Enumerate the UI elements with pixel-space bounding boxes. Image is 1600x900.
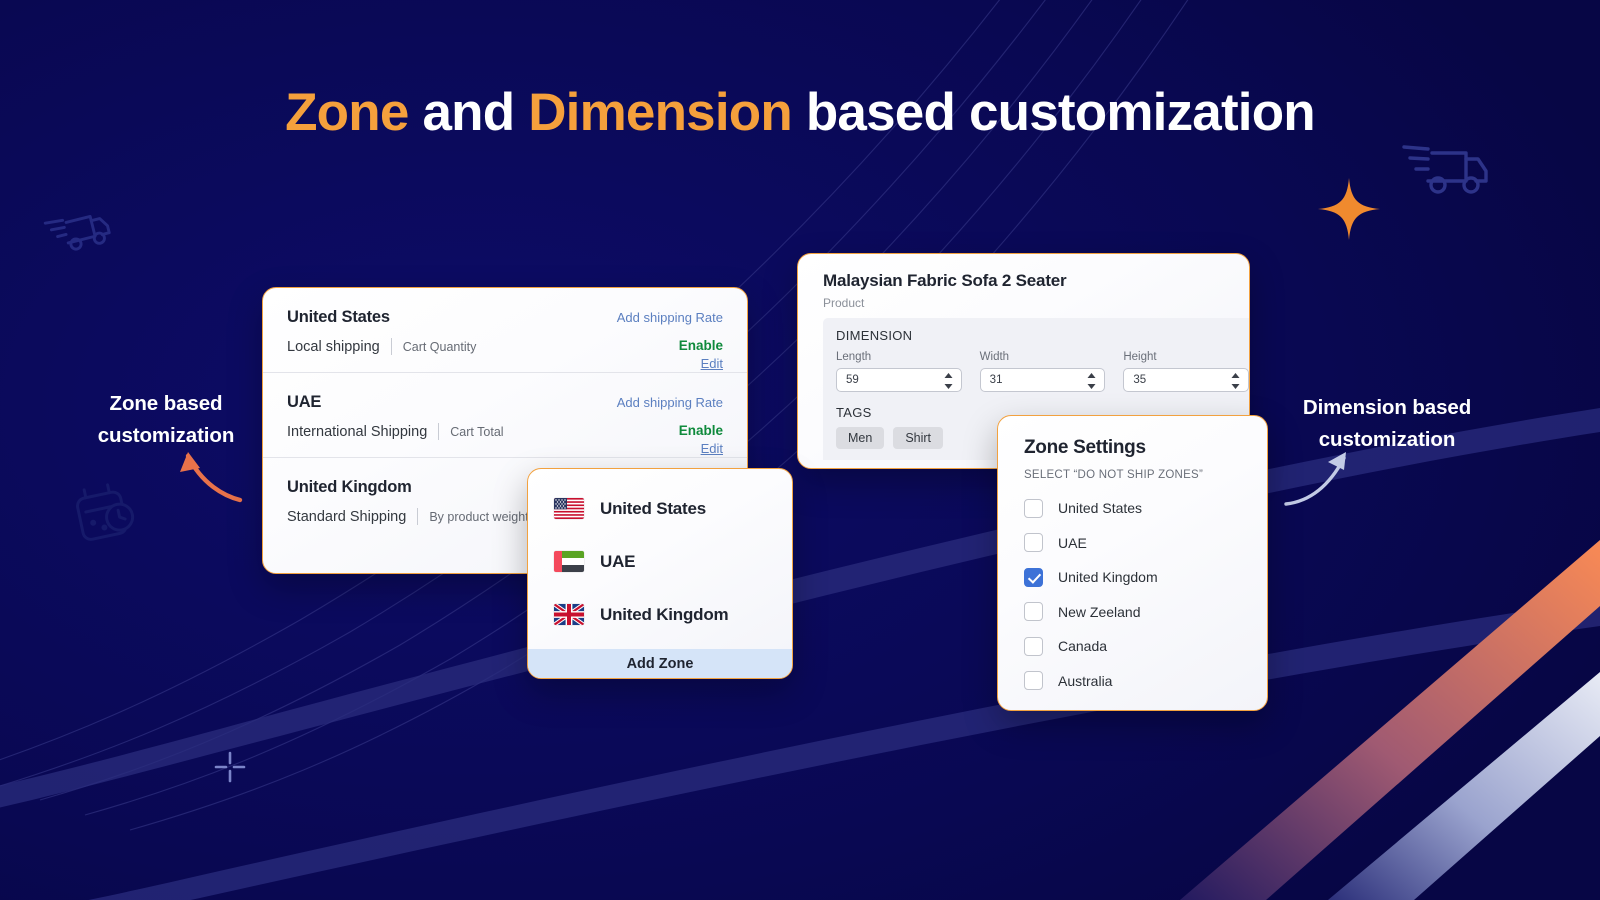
checkbox-label: Canada <box>1058 638 1108 655</box>
checkbox-label: United States <box>1058 500 1143 517</box>
zone-option-label: United States <box>600 498 707 518</box>
checkbox-label: Australia <box>1058 672 1113 689</box>
field-value: 59 <box>846 374 859 386</box>
dimension-field-length: Length 59 <box>836 351 962 392</box>
title-part-rest: based customization <box>791 83 1316 142</box>
zone-method: Local shipping <box>287 338 380 355</box>
checkbox-united-states[interactable] <box>1024 498 1043 518</box>
zone-option-label: UAE <box>600 551 636 571</box>
width-stepper[interactable]: 31 <box>979 368 1106 392</box>
field-label: Length <box>836 351 872 363</box>
title-part-zone: Zone <box>285 83 409 142</box>
curved-arrow-right-icon <box>1284 452 1346 506</box>
delivery-truck-icon <box>43 214 111 251</box>
field-value: 35 <box>1133 374 1147 386</box>
dimension-field-height: Height 35 <box>1123 351 1249 392</box>
do-not-ship-zone-list: United States UAE United Kingdom New Zee… <box>998 481 1267 698</box>
checkbox-row-canada[interactable]: Canada <box>1024 629 1241 664</box>
crosshair-marker-icon <box>214 751 246 783</box>
add-shipping-rate-link[interactable]: Add shipping Rate <box>617 310 723 325</box>
package-clock-icon <box>76 483 135 541</box>
checkbox-label: New Zeeland <box>1058 603 1141 620</box>
uk-flag-icon <box>554 604 584 625</box>
add-shipping-rate-link[interactable]: Add shipping Rate <box>617 395 723 410</box>
zone-name: UAE <box>287 393 322 411</box>
field-label: Height <box>1123 351 1157 363</box>
add-zone-button[interactable]: Add Zone <box>528 649 792 678</box>
delivery-truck-icon <box>1402 145 1488 194</box>
checkbox-australia[interactable] <box>1024 671 1043 691</box>
divider <box>438 423 440 440</box>
checkbox-uae[interactable] <box>1024 533 1043 553</box>
zone-actions: Enable Edit <box>679 338 723 371</box>
checkbox-canada[interactable] <box>1024 636 1043 656</box>
zone-method: International Shipping <box>287 423 428 440</box>
zone-method: Standard Shipping <box>287 508 407 525</box>
title-part-dimension: Dimension <box>528 83 793 142</box>
zone-rate-basis: Cart Quantity <box>402 339 477 354</box>
annotation-dimension-based: Dimension based customization <box>1302 396 1472 451</box>
checkbox-new-zeeland[interactable] <box>1024 602 1043 622</box>
dimension-section-label: DIMENSION <box>836 328 913 343</box>
checkbox-row-united-kingdom[interactable]: United Kingdom <box>1024 560 1241 595</box>
height-stepper[interactable]: 35 <box>1123 368 1249 392</box>
zone-name: United States <box>287 308 390 326</box>
zone-picker-dropdown: United States UAE United Kingdom Add Zon… <box>527 468 793 679</box>
enable-status[interactable]: Enable <box>679 338 723 353</box>
uae-flag-icon <box>554 551 584 572</box>
zone-settings-card: Zone Settings SELECT “DO NOT SHIP ZONES”… <box>997 415 1268 711</box>
zone-row-united-states[interactable]: United States Add shipping Rate Local sh… <box>263 288 747 372</box>
promo-banner: Zone and Dimension based customization Z… <box>0 0 1600 900</box>
sparkle-icon <box>1318 178 1380 240</box>
curved-arrow-left-icon <box>180 452 243 503</box>
zone-option-uae[interactable]: UAE <box>528 535 792 588</box>
tag-chip[interactable]: Men <box>836 427 885 449</box>
product-title: Malaysian Fabric Sofa 2 Seater <box>823 271 1067 290</box>
enable-status[interactable]: Enable <box>679 423 723 438</box>
checkbox-row-australia[interactable]: Australia <box>1024 664 1241 699</box>
product-header: Malaysian Fabric Sofa 2 Seater Product <box>798 254 1249 310</box>
zone-option-united-kingdom[interactable]: United Kingdom <box>528 588 792 641</box>
us-flag-icon <box>554 498 584 519</box>
length-stepper[interactable]: 59 <box>836 368 962 392</box>
zone-actions: Enable Edit <box>679 423 723 456</box>
stepper-arrows-icon[interactable] <box>1231 373 1240 389</box>
divider <box>390 338 392 355</box>
stepper-arrows-icon[interactable] <box>1087 373 1096 389</box>
zone-row-uae[interactable]: UAE Add shipping Rate International Ship… <box>263 372 747 457</box>
field-value: 31 <box>989 374 1003 386</box>
checkbox-united-kingdom[interactable] <box>1024 567 1043 587</box>
edit-link[interactable]: Edit <box>679 356 723 371</box>
divider <box>417 508 419 525</box>
stepper-arrows-icon[interactable] <box>944 373 953 389</box>
zone-settings-subtitle: SELECT “DO NOT SHIP ZONES” <box>1024 469 1204 481</box>
title-part-and: and <box>408 83 529 142</box>
checkbox-row-new-zeeland[interactable]: New Zeeland <box>1024 595 1241 630</box>
zone-settings-title: Zone Settings <box>1024 437 1146 458</box>
field-label: Width <box>979 351 1010 363</box>
zone-rate-basis: Cart Total <box>450 424 504 439</box>
product-subtitle: Product <box>823 296 865 310</box>
zone-option-label: United Kingdom <box>600 604 729 624</box>
checkbox-row-united-states[interactable]: United States <box>1024 491 1241 526</box>
dimension-fields: Length 59 Width 31 Height 35 <box>836 351 1249 392</box>
zone-option-united-states[interactable]: United States <box>528 482 792 535</box>
zone-option-list: United States UAE United Kingdom <box>528 469 792 649</box>
checkbox-row-uae[interactable]: UAE <box>1024 526 1241 561</box>
zone-name: United Kingdom <box>287 478 412 496</box>
edit-link[interactable]: Edit <box>679 441 723 456</box>
checkbox-label: United Kingdom <box>1058 569 1158 586</box>
dimension-field-width: Width 31 <box>979 351 1106 392</box>
tag-chip[interactable]: Shirt <box>893 427 944 449</box>
page-title: Zone and Dimension based customization <box>0 83 1600 142</box>
checkbox-label: UAE <box>1058 534 1087 551</box>
zone-rate-basis: By product weight <box>429 509 529 524</box>
